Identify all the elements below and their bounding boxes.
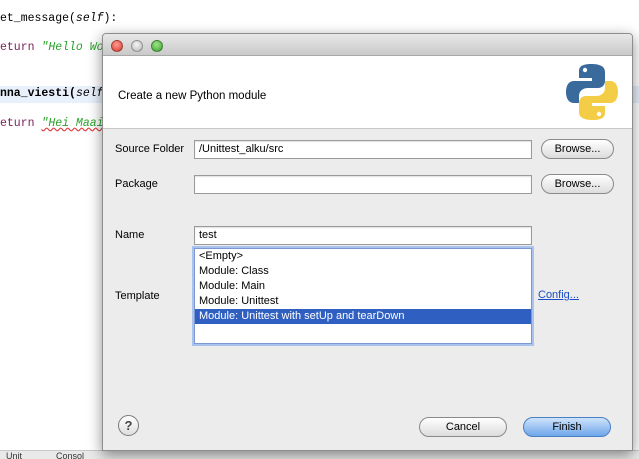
bottom-view-tabs: Unit Consol [0,450,639,459]
code-line: et_message(self): [0,12,118,25]
code-line: eturn "Hello Wo [0,41,104,54]
name-label: Name [115,229,145,241]
code-line: nna_viesti(self [0,87,104,100]
browse-package-button[interactable]: Browse... [541,174,614,194]
minimize-window-button[interactable] [131,40,143,52]
new-python-module-dialog: Create a new Python module Source Folder… [102,33,633,451]
template-option-class[interactable]: Module: Class [195,264,531,279]
template-option-unittest[interactable]: Module: Unittest [195,294,531,309]
zoom-window-button[interactable] [151,40,163,52]
dialog-title: Create a new Python module [118,90,267,102]
template-config-link[interactable]: Config... [538,289,579,301]
dialog-header: Create a new Python module [103,56,632,129]
tab-unit[interactable]: Unit [6,451,22,459]
python-logo-icon [566,64,618,120]
code-line: eturn "Hei Maai [0,117,104,130]
template-option-empty[interactable]: <Empty> [195,249,531,264]
package-field[interactable] [194,175,532,194]
source-folder-field[interactable]: /Unittest_alku/src [194,140,532,159]
finish-button[interactable]: Finish [523,417,611,437]
template-option-unittest-setup-teardown[interactable]: Module: Unittest with setUp and tearDown [195,309,531,324]
close-window-button[interactable] [111,40,123,52]
browse-source-folder-button[interactable]: Browse... [541,139,614,159]
package-label: Package [115,178,158,190]
module-name-field[interactable]: test [194,226,532,245]
template-list[interactable]: <Empty> Module: Class Module: Main Modul… [194,248,532,344]
source-folder-label: Source Folder [115,143,185,155]
tab-console[interactable]: Consol [56,451,84,459]
cancel-button[interactable]: Cancel [419,417,507,437]
template-option-main[interactable]: Module: Main [195,279,531,294]
help-button[interactable]: ? [118,415,139,436]
dialog-titlebar[interactable] [103,34,632,56]
template-label: Template [115,290,160,302]
